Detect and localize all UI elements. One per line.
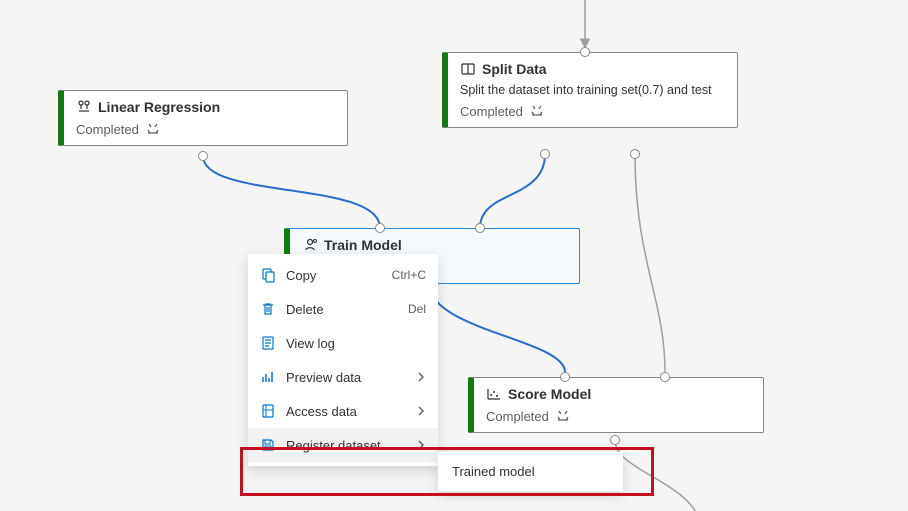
menu-label: Access data	[286, 404, 406, 419]
node-linear-regression[interactable]: Linear Regression Completed	[58, 90, 348, 146]
menu-item-copy[interactable]: Copy Ctrl+C	[248, 258, 438, 292]
port-input[interactable]	[660, 372, 670, 382]
menu-label: View log	[286, 336, 426, 351]
port-input[interactable]	[475, 223, 485, 233]
recycle-icon	[145, 121, 161, 137]
menu-label: Preview data	[286, 370, 406, 385]
node-split-data[interactable]: Split Data Split the dataset into traini…	[442, 52, 738, 128]
node-title: Linear Regression	[98, 99, 220, 115]
port-input[interactable]	[560, 372, 570, 382]
status-text: Completed	[486, 409, 549, 424]
module-icon	[76, 99, 92, 115]
score-icon	[486, 386, 502, 402]
menu-label: Register dataset	[286, 438, 406, 453]
data-icon	[260, 403, 276, 419]
menu-item-access-data[interactable]: Access data	[248, 394, 438, 428]
menu-label: Copy	[286, 268, 382, 283]
copy-icon	[260, 267, 276, 283]
menu-item-register-dataset[interactable]: Register dataset	[248, 428, 438, 462]
status-text: Completed	[76, 122, 139, 137]
port-input[interactable]	[375, 223, 385, 233]
port-output[interactable]	[540, 149, 550, 159]
node-description: Split the dataset into training set(0.7)…	[460, 83, 725, 97]
port-output[interactable]	[610, 435, 620, 445]
port-output[interactable]	[198, 151, 208, 161]
menu-shortcut: Ctrl+C	[392, 268, 426, 282]
recycle-icon	[555, 408, 571, 424]
menu-shortcut: Del	[408, 302, 426, 316]
node-title: Score Model	[508, 386, 591, 402]
context-menu: Copy Ctrl+C Delete Del View log Preview …	[248, 254, 438, 466]
node-title: Split Data	[482, 61, 547, 77]
train-icon	[302, 237, 318, 253]
delete-icon	[260, 301, 276, 317]
node-score-model[interactable]: Score Model Completed	[468, 377, 764, 433]
save-icon	[260, 437, 276, 453]
menu-item-view-log[interactable]: View log	[248, 326, 438, 360]
split-icon	[460, 61, 476, 77]
log-icon	[260, 335, 276, 351]
chart-icon	[260, 369, 276, 385]
submenu-item-trained-model[interactable]: Trained model	[452, 464, 609, 479]
submenu-register-dataset: Trained model	[438, 452, 623, 491]
menu-item-preview-data[interactable]: Preview data	[248, 360, 438, 394]
submenu-label: Trained model	[452, 464, 535, 479]
port-output[interactable]	[630, 149, 640, 159]
chevron-right-icon	[416, 370, 426, 385]
chevron-right-icon	[416, 404, 426, 419]
menu-label: Delete	[286, 302, 398, 317]
status-text: Completed	[460, 104, 523, 119]
port-input[interactable]	[580, 47, 590, 57]
chevron-right-icon	[416, 438, 426, 453]
node-title: Train Model	[324, 237, 402, 253]
recycle-icon	[529, 103, 545, 119]
menu-item-delete[interactable]: Delete Del	[248, 292, 438, 326]
